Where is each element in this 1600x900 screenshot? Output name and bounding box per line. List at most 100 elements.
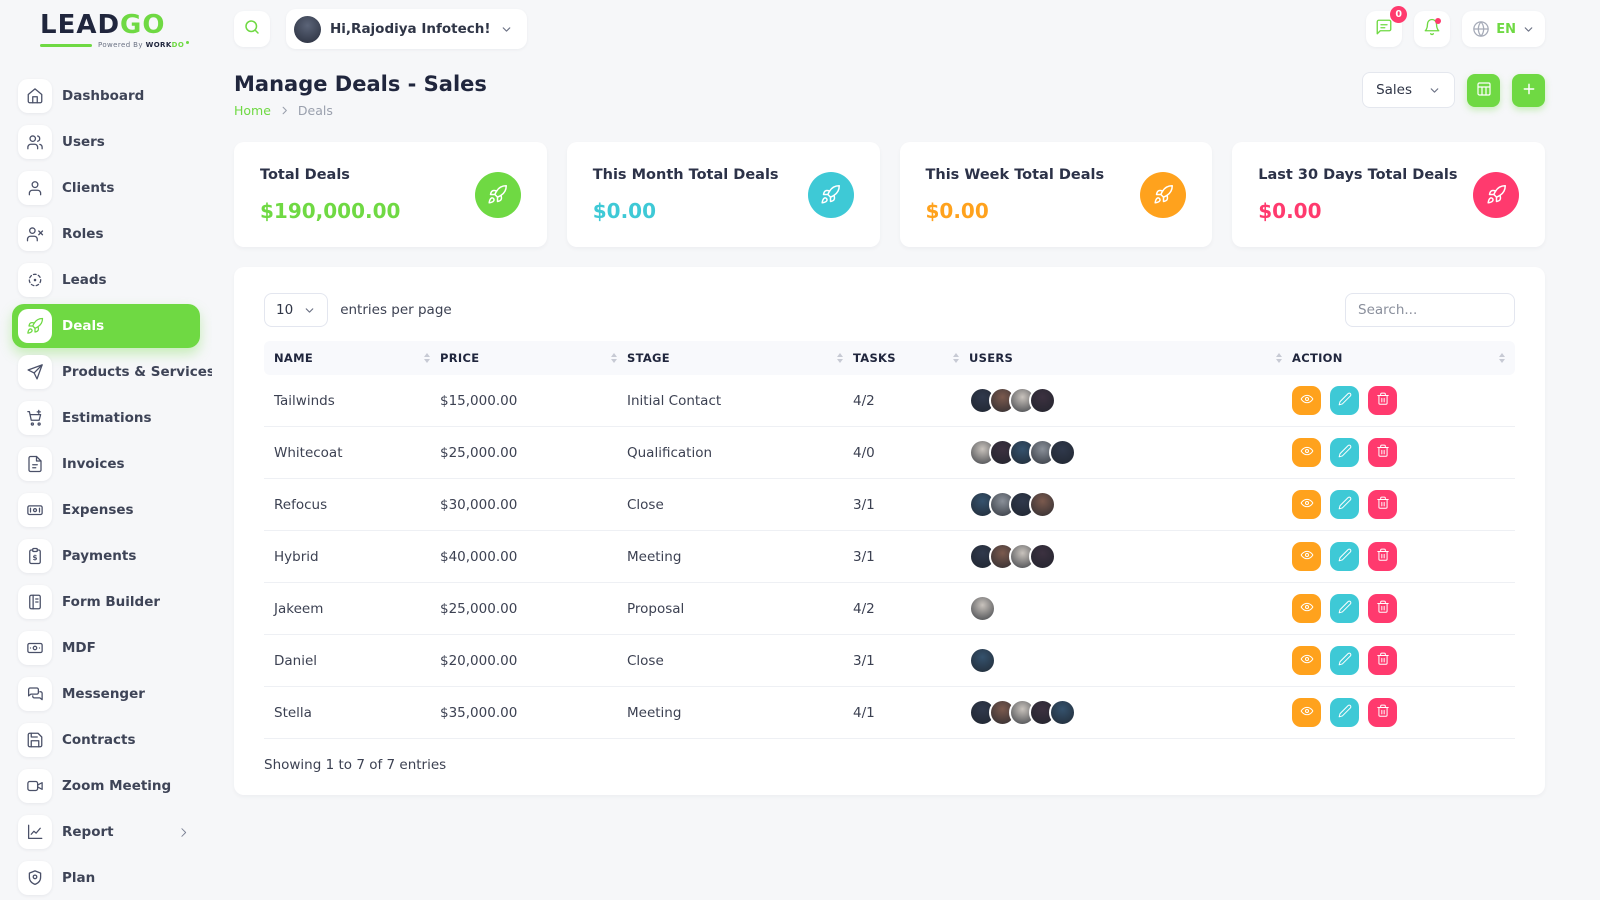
sidebar-item-plan[interactable]: Plan bbox=[12, 856, 200, 900]
edit-button[interactable] bbox=[1330, 594, 1359, 623]
user-avatar bbox=[1029, 387, 1056, 414]
sidebar-item-report[interactable]: Report bbox=[12, 810, 200, 854]
column-header-stage[interactable]: STAGE bbox=[627, 341, 853, 375]
view-button[interactable] bbox=[1292, 438, 1321, 467]
notebook-icon bbox=[18, 585, 52, 619]
sidebar-item-users[interactable]: Users bbox=[12, 120, 200, 164]
view-button[interactable] bbox=[1292, 646, 1321, 675]
clipboard-dollar-icon: $ bbox=[18, 539, 52, 573]
sidebar-item-label: Products & Services bbox=[62, 364, 212, 380]
edit-button[interactable] bbox=[1330, 438, 1359, 467]
deal-tasks: 3/1 bbox=[853, 635, 969, 687]
sidebar-item-payments[interactable]: $ Payments bbox=[12, 534, 200, 578]
user-avatar bbox=[1029, 543, 1056, 570]
delete-button[interactable] bbox=[1368, 542, 1397, 571]
delete-button[interactable] bbox=[1368, 386, 1397, 415]
deal-name: Stella bbox=[264, 687, 440, 739]
deal-stage: Meeting bbox=[627, 687, 853, 739]
deal-users bbox=[969, 595, 1282, 622]
notifications-button[interactable] bbox=[1414, 11, 1450, 47]
deal-users bbox=[969, 699, 1282, 726]
column-header-price[interactable]: PRICE bbox=[440, 341, 627, 375]
sidebar-item-leads[interactable]: Leads bbox=[12, 258, 200, 302]
edit-button[interactable] bbox=[1330, 386, 1359, 415]
sidebar-item-zoom-meeting[interactable]: Zoom Meeting bbox=[12, 764, 200, 808]
edit-button[interactable] bbox=[1330, 490, 1359, 519]
pipeline-select[interactable]: Sales bbox=[1362, 72, 1455, 108]
delete-button[interactable] bbox=[1368, 698, 1397, 727]
eye-icon bbox=[1300, 704, 1314, 721]
column-header-action[interactable]: ACTION bbox=[1292, 341, 1515, 375]
language-selector[interactable]: EN bbox=[1462, 11, 1545, 47]
delete-button[interactable] bbox=[1368, 594, 1397, 623]
deal-users bbox=[969, 491, 1282, 518]
sidebar-item-clients[interactable]: Clients bbox=[12, 166, 200, 210]
deal-row-tailwinds: Tailwinds $15,000.00 Initial Contact 4/2 bbox=[264, 375, 1515, 427]
globe-icon bbox=[1472, 20, 1490, 38]
page-size-select[interactable]: 10 bbox=[264, 293, 328, 327]
breadcrumb-home[interactable]: Home bbox=[234, 103, 271, 118]
view-button[interactable] bbox=[1292, 386, 1321, 415]
sidebar-item-label: Roles bbox=[62, 226, 104, 242]
home-icon bbox=[18, 79, 52, 113]
edit-button[interactable] bbox=[1330, 542, 1359, 571]
deal-name: Tailwinds bbox=[264, 375, 440, 427]
edit-button[interactable] bbox=[1330, 646, 1359, 675]
main-content: Hi,Rajodiya Infotech! 0 EN bbox=[212, 0, 1600, 900]
edit-button[interactable] bbox=[1330, 698, 1359, 727]
search-button[interactable] bbox=[234, 11, 270, 47]
trash-icon bbox=[1376, 444, 1390, 461]
sort-icon bbox=[837, 353, 843, 363]
sidebar-item-dashboard[interactable]: Dashboard bbox=[12, 74, 200, 118]
target-icon bbox=[18, 263, 52, 297]
column-header-name[interactable]: NAME bbox=[264, 341, 440, 375]
sidebar-item-estimations[interactable]: Estimations bbox=[12, 396, 200, 440]
user-avatar bbox=[969, 595, 996, 622]
search-icon bbox=[243, 18, 261, 40]
sidebar-nav: Dashboard Users Clients Roles Leads Deal… bbox=[0, 58, 212, 900]
sidebar-item-contracts[interactable]: Contracts bbox=[12, 718, 200, 762]
chat-icon bbox=[18, 677, 52, 711]
sidebar-item-products-services[interactable]: Products & Services bbox=[12, 350, 200, 394]
deal-row-daniel: Daniel $20,000.00 Close 3/1 bbox=[264, 635, 1515, 687]
column-header-tasks[interactable]: TASKS bbox=[853, 341, 969, 375]
sidebar-item-form-builder[interactable]: Form Builder bbox=[12, 580, 200, 624]
view-button[interactable] bbox=[1292, 542, 1321, 571]
delete-button[interactable] bbox=[1368, 490, 1397, 519]
delete-button[interactable] bbox=[1368, 646, 1397, 675]
sidebar-item-label: Zoom Meeting bbox=[62, 778, 171, 794]
logo-go: GO bbox=[120, 10, 165, 40]
sort-icon bbox=[424, 353, 430, 363]
deal-tasks: 3/1 bbox=[853, 479, 969, 531]
table-search-input[interactable] bbox=[1345, 293, 1515, 327]
sidebar-item-expenses[interactable]: Expenses bbox=[12, 488, 200, 532]
chevron-right-icon bbox=[279, 105, 290, 116]
eye-icon bbox=[1300, 548, 1314, 565]
deal-tasks: 4/2 bbox=[853, 375, 969, 427]
pipeline-select-value: Sales bbox=[1376, 82, 1412, 98]
rocket-icon bbox=[1473, 172, 1519, 218]
eye-icon bbox=[1300, 392, 1314, 409]
kanban-view-button[interactable] bbox=[1467, 74, 1500, 107]
add-deal-button[interactable] bbox=[1512, 74, 1545, 107]
sidebar-item-deals[interactable]: Deals bbox=[12, 304, 200, 348]
user-menu[interactable]: Hi,Rajodiya Infotech! bbox=[286, 9, 527, 49]
delete-button[interactable] bbox=[1368, 438, 1397, 467]
sidebar-item-label: Report bbox=[62, 824, 114, 840]
user-icon bbox=[18, 171, 52, 205]
sidebar-item-messenger[interactable]: Messenger bbox=[12, 672, 200, 716]
deal-actions bbox=[1292, 646, 1505, 675]
sidebar-item-roles[interactable]: Roles bbox=[12, 212, 200, 256]
view-button[interactable] bbox=[1292, 490, 1321, 519]
sidebar-item-mdf[interactable]: MDF bbox=[12, 626, 200, 670]
breadcrumb: Home Deals bbox=[234, 103, 487, 118]
pencil-icon bbox=[1338, 392, 1352, 409]
deal-row-stella: Stella $35,000.00 Meeting 4/1 bbox=[264, 687, 1515, 739]
view-button[interactable] bbox=[1292, 594, 1321, 623]
messages-button[interactable]: 0 bbox=[1366, 11, 1402, 47]
view-button[interactable] bbox=[1292, 698, 1321, 727]
rocket-icon bbox=[18, 309, 52, 343]
sidebar-item-invoices[interactable]: Invoices bbox=[12, 442, 200, 486]
column-header-users[interactable]: USERS bbox=[969, 341, 1292, 375]
app-logo[interactable]: LEADGO Powered By WORKDO bbox=[0, 0, 212, 58]
